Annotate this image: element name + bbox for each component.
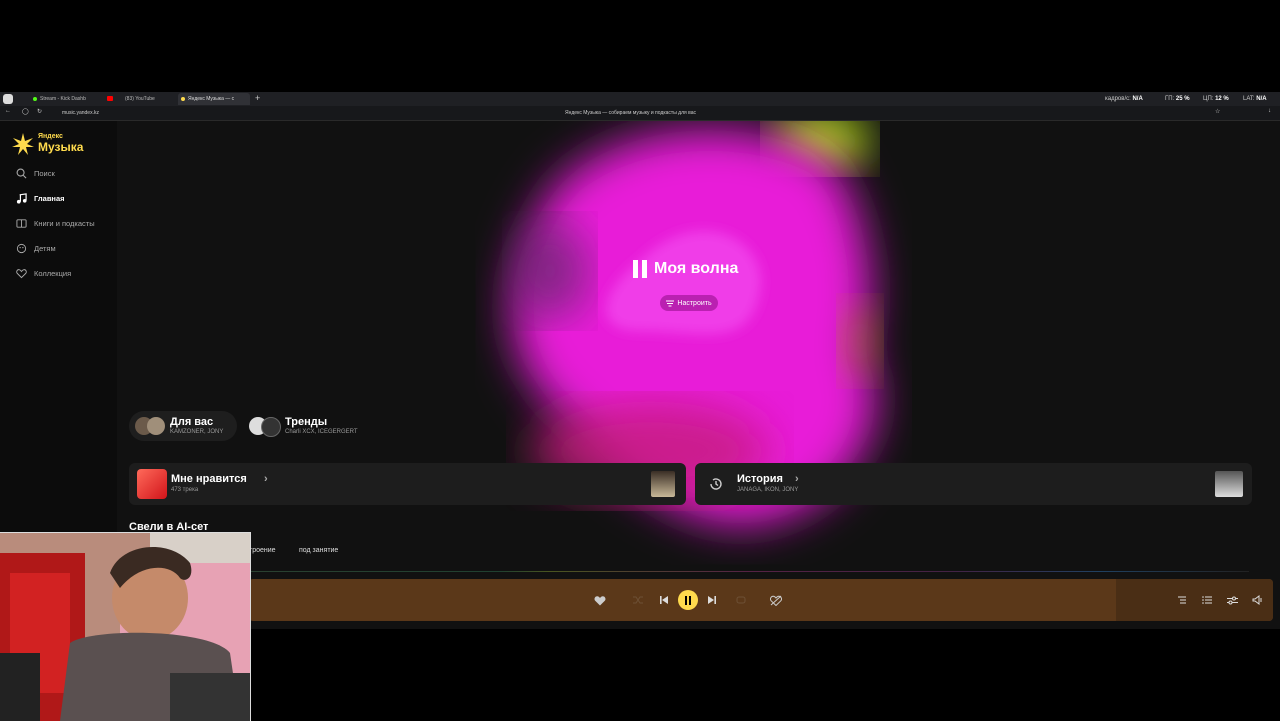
tab-kick-dashboard[interactable]: Stream - Kick Dashb (30, 93, 102, 105)
webcam-feed-image (0, 533, 250, 721)
filter-chip-activity[interactable]: под занятие (299, 547, 338, 554)
volume-button[interactable] (1249, 592, 1265, 608)
nav-label: Поиск (34, 168, 55, 178)
nav-label: Главная (34, 193, 65, 203)
yandex-favicon-icon (181, 97, 185, 101)
track-cover (651, 471, 675, 497)
cpu-stat: ЦП: 12 % (1203, 96, 1229, 102)
sidebar-item-search[interactable]: Поиск (16, 166, 55, 180)
queue-list-icon (1202, 596, 1212, 604)
repeat-button[interactable] (733, 592, 749, 608)
avatar (261, 417, 281, 437)
yandex-browser-icon[interactable]: ◯ (22, 108, 29, 115)
heart-icon (594, 595, 606, 605)
trends-chip[interactable]: Тренды Charli XCX, ICEGERGERT (246, 411, 376, 441)
chip-title: Тренды (285, 416, 328, 428)
browser-address-bar: ← ◯ ↻ music.yandex.kz Яндекс Музыка — со… (0, 106, 1280, 121)
skip-next-icon (708, 596, 716, 604)
lyrics-button[interactable] (1174, 592, 1190, 608)
liked-subtitle: 473 трека (171, 487, 199, 493)
youtube-favicon-icon (107, 96, 113, 101)
skip-previous-icon (660, 596, 668, 604)
browser-menu-icon[interactable] (3, 94, 13, 104)
shuffle-icon (633, 596, 643, 604)
book-icon (16, 218, 27, 228)
logo-star-icon (12, 133, 34, 155)
bookmark-icon[interactable]: ☆ (1215, 108, 1220, 115)
equalizer-button[interactable] (1224, 592, 1240, 608)
nav-label: Коллекция (34, 268, 72, 278)
downloads-icon[interactable]: ↓ (1268, 108, 1271, 114)
chip-subtitle: Charli XCX, ICEGERGERT (285, 429, 358, 435)
sidebar-item-kids[interactable]: Детям (16, 241, 56, 255)
my-wave-play-button[interactable]: Моя волна (632, 259, 738, 279)
back-arrow-icon[interactable]: ← (5, 108, 11, 114)
play-pause-button[interactable] (678, 590, 698, 610)
history-title: История (737, 473, 783, 485)
history-card[interactable]: История › JANAGA, IKON, JONY (695, 463, 1252, 505)
logo-big-text: Музыка (38, 140, 84, 154)
repeat-icon (736, 596, 746, 604)
kids-icon (16, 243, 27, 253)
chip-title: Для вас (170, 416, 214, 428)
kick-favicon-icon (33, 97, 37, 101)
tab-youtube[interactable]: (83) YouTube (115, 93, 175, 105)
logo-small-text: Яндекс (38, 133, 63, 140)
lyrics-icon (1178, 596, 1186, 604)
nav-label: Книги и подкасты (34, 218, 95, 228)
search-icon (16, 168, 27, 178)
my-wave-title: Моя волна (654, 260, 739, 277)
webcam-overlay (0, 532, 251, 721)
filter-chip-mood[interactable]: троение (249, 547, 276, 554)
queue-button[interactable] (1199, 592, 1215, 608)
my-wave-visual (440, 121, 920, 581)
nav-label: Детям (34, 243, 56, 253)
pause-icon (685, 595, 691, 605)
sidebar-item-home[interactable]: Главная (16, 191, 65, 205)
new-tab-button[interactable]: + (255, 93, 260, 103)
pause-icon (633, 260, 647, 278)
chip-subtitle: KAMZONER, JONY (170, 429, 224, 435)
liked-tracks-card[interactable]: Мне нравится › 473 трека (129, 463, 686, 505)
playlist-row-divider (249, 571, 1249, 572)
sidebar-item-books[interactable]: Книги и подкасты (16, 216, 95, 230)
sidebar-item-collection[interactable]: Коллекция (16, 266, 71, 280)
player-bar (249, 579, 1273, 621)
latency-stat: LAT: N/A (1243, 96, 1267, 102)
avatar (147, 417, 165, 435)
history-clock-icon (710, 478, 722, 490)
settings-sliders-icon (666, 300, 675, 306)
next-track-button[interactable] (704, 592, 720, 608)
sliders-icon (1226, 596, 1238, 604)
heart-cover-icon (137, 469, 167, 499)
reload-icon[interactable]: ↻ (37, 108, 42, 115)
for-you-chip[interactable]: Для вас KAMZONER, JONY (129, 411, 237, 441)
liked-title: Мне нравится (171, 473, 247, 485)
tune-label: Настроить (677, 299, 712, 307)
shuffle-button[interactable] (630, 592, 646, 608)
heart-icon (16, 268, 27, 278)
fps-stat: кадров/с: N/A (1105, 96, 1143, 102)
browser-tab-bar: Stream - Kick Dashb (83) YouTube Яндекс … (0, 92, 1280, 106)
dislike-button[interactable] (768, 592, 784, 608)
broken-heart-icon (770, 595, 782, 606)
tab-label: Яндекс Музыка — с (188, 96, 235, 102)
like-button[interactable] (592, 592, 608, 608)
music-note-icon (16, 192, 27, 204)
chevron-right-icon: › (795, 473, 799, 485)
page-title: Яндекс Музыка — собираем музыку и подкас… (565, 110, 696, 116)
url-text[interactable]: music.yandex.kz (62, 110, 99, 116)
gpu-stat: ГП: 25 % (1165, 96, 1190, 102)
tab-label: (83) YouTube (125, 96, 155, 102)
tab-label: Stream - Kick Dashb (40, 96, 86, 102)
chevron-right-icon: › (264, 473, 268, 485)
history-subtitle: JANAGA, IKON, JONY (737, 487, 799, 493)
wave-blob-graphic (510, 121, 880, 525)
yandex-music-logo[interactable]: Яндекс Музыка (12, 133, 107, 155)
tune-wave-button[interactable]: Настроить (660, 295, 718, 311)
track-cover (1215, 471, 1243, 497)
volume-icon (1252, 595, 1262, 605)
previous-track-button[interactable] (656, 592, 672, 608)
tab-yandex-music[interactable]: Яндекс Музыка — с (178, 93, 250, 105)
